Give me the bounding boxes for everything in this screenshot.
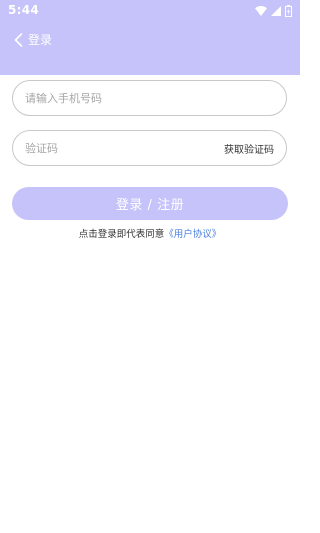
status-icons: [255, 4, 292, 18]
battery-charging-icon: [285, 5, 292, 17]
phone-field[interactable]: [12, 80, 287, 116]
verification-code-input[interactable]: [25, 131, 225, 165]
status-time: 5:44: [8, 3, 40, 17]
agreement-text: 点击登录即代表同意: [78, 229, 165, 240]
signal-icon: [271, 6, 281, 16]
phone-input[interactable]: [25, 81, 225, 115]
agreement-notice: 点击登录即代表同意《用户协议》: [0, 226, 300, 240]
get-code-button[interactable]: 获取验证码: [224, 141, 274, 156]
back-icon[interactable]: [10, 31, 26, 49]
login-register-button[interactable]: 登录 / 注册: [12, 187, 288, 220]
user-agreement-link[interactable]: 《用户协议》: [164, 229, 221, 240]
status-bar: 5:44: [0, 0, 300, 22]
wifi-icon: [255, 6, 267, 16]
code-field[interactable]: 获取验证码: [12, 130, 287, 166]
app-header: 5:44 登录: [0, 0, 300, 75]
page-title: 登录: [28, 33, 53, 47]
